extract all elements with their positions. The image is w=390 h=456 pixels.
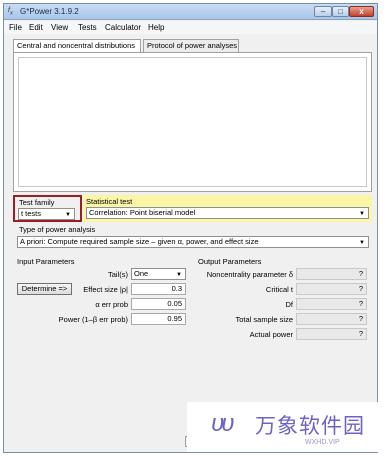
critical-t-output: ? xyxy=(296,283,367,295)
graph-icon: fx xyxy=(8,7,13,17)
total-sample-size-label: Total sample size xyxy=(235,315,293,324)
menu-view[interactable]: View xyxy=(51,23,68,32)
menu-tests[interactable]: Tests xyxy=(78,23,97,32)
input-parameters-heading: Input Parameters xyxy=(17,257,75,266)
tab-protocol[interactable]: Protocol of power analyses xyxy=(143,39,239,52)
critical-t-label: Critical t xyxy=(265,285,293,294)
chevron-down-icon: ▼ xyxy=(359,240,365,246)
output-parameters-heading: Output Parameters xyxy=(198,257,262,266)
power-input[interactable]: 0.95 xyxy=(131,313,186,325)
watermark: υυ 万象软件园 WXHD.VIP xyxy=(187,402,378,452)
alpha-label: α err prob xyxy=(95,300,128,309)
effect-size-label: Effect size |ρ| xyxy=(83,285,128,294)
menu-edit[interactable]: Edit xyxy=(29,23,43,32)
power-label: Power (1–β err prob) xyxy=(58,315,128,324)
df-output: ? xyxy=(296,298,367,310)
watermark-url: WXHD.VIP xyxy=(305,439,340,446)
tails-select[interactable]: One ▼ xyxy=(131,268,186,280)
statistical-test-group: Statistical test Correlation: Point bise… xyxy=(83,195,372,222)
power-analysis-type-label: Type of power analysis xyxy=(19,225,96,234)
tab-distributions[interactable]: Central and noncentral distributions xyxy=(13,39,141,53)
effect-size-input[interactable]: 0.3 xyxy=(131,283,186,295)
test-family-select[interactable]: t tests ▼ xyxy=(18,208,75,220)
noncentrality-output: ? xyxy=(296,268,367,280)
menu-bar: File Edit View Tests Calculator Help xyxy=(4,21,377,34)
watermark-text: 万象软件园 xyxy=(255,414,365,438)
test-family-group: Test family t tests ▼ xyxy=(13,195,82,222)
power-analysis-type-value: A priori: Compute required sample size –… xyxy=(20,237,259,246)
window-title: G*Power 3.1.9.2 xyxy=(20,7,79,16)
noncentrality-label: Noncentrality parameter δ xyxy=(206,270,293,279)
menu-help[interactable]: Help xyxy=(148,23,164,32)
chevron-down-icon: ▼ xyxy=(176,272,182,278)
test-family-value: t tests xyxy=(21,209,42,218)
tails-value: One xyxy=(134,269,149,278)
statistical-test-select[interactable]: Correlation: Point biserial model ▼ xyxy=(86,207,369,219)
chevron-down-icon: ▼ xyxy=(65,212,71,218)
statistical-test-value: Correlation: Point biserial model xyxy=(89,208,196,217)
gpower-window: fx G*Power 3.1.9.2 – □ x File Edit View … xyxy=(3,3,378,453)
alpha-input[interactable]: 0.05 xyxy=(131,298,186,310)
maximize-button[interactable]: □ xyxy=(332,6,349,17)
df-label: Df xyxy=(285,300,294,309)
title-bar[interactable]: fx G*Power 3.1.9.2 – □ x xyxy=(4,4,377,20)
distribution-panel xyxy=(13,52,372,192)
close-button[interactable]: x xyxy=(349,6,374,17)
chevron-down-icon: ▼ xyxy=(359,211,365,217)
tails-label: Tail(s) xyxy=(108,270,128,279)
minimize-button[interactable]: – xyxy=(314,6,332,17)
menu-calculator[interactable]: Calculator xyxy=(105,23,141,32)
total-sample-size-output: ? xyxy=(296,313,367,325)
statistical-test-label: Statistical test xyxy=(86,197,133,206)
power-analysis-type-select[interactable]: A priori: Compute required sample size –… xyxy=(17,236,369,248)
watermark-logo: υυ xyxy=(211,410,234,437)
actual-power-output: ? xyxy=(296,328,367,340)
distribution-plot-area xyxy=(18,57,367,187)
menu-file[interactable]: File xyxy=(9,23,22,32)
actual-power-label: Actual power xyxy=(249,330,293,339)
test-family-label: Test family xyxy=(19,198,55,207)
